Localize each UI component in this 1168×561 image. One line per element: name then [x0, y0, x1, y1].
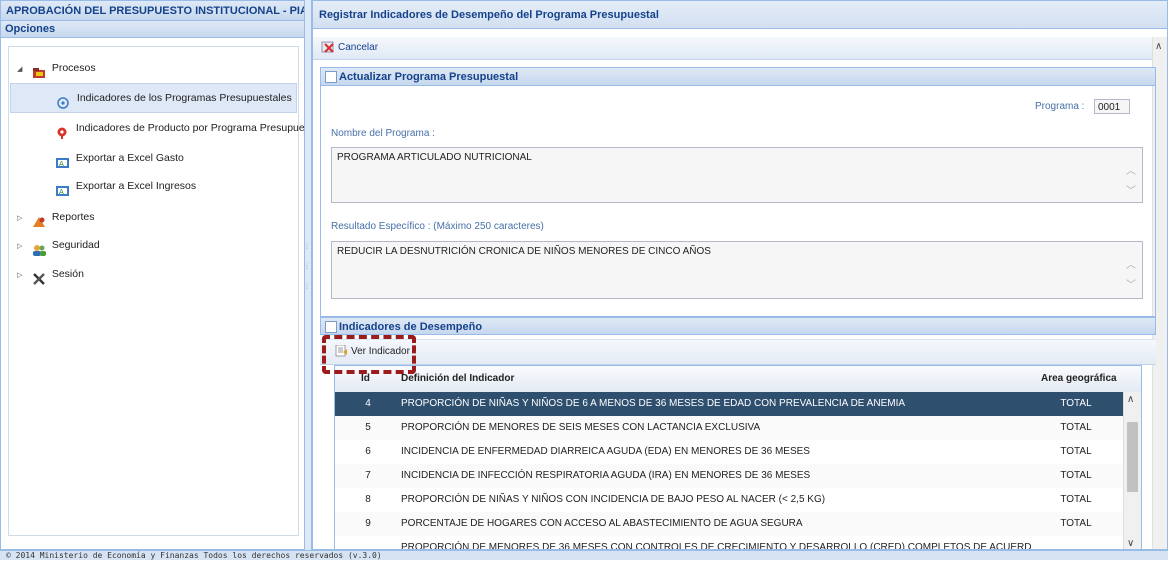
cell-area: TOTAL — [1060, 446, 1092, 457]
resultado-textarea[interactable]: REDUCIR LA DESNUTRICIÓN CRONICA DE NIÑOS… — [331, 241, 1143, 299]
cell-area: TOTAL — [1060, 422, 1092, 433]
cell-area: TOTAL — [1060, 398, 1092, 409]
cell-area: TOTAL — [1060, 518, 1092, 529]
folder-procesos-icon — [32, 62, 46, 79]
cancel-label: Cancelar — [338, 42, 379, 53]
grid-scrollbar[interactable]: ∧ ∨ — [1123, 392, 1141, 549]
footer: © 2014 Ministerio de Economía y Finanzas… — [0, 550, 1168, 560]
excel-export-icon: A — [56, 152, 70, 169]
programa-input[interactable]: 0001 — [1094, 99, 1130, 114]
table-row[interactable]: PROPORCIÓN DE MENORES DE 36 MESES CON CO… — [335, 536, 1125, 550]
options-panel: APROBACIÓN DEL PRESUPUESTO INSTITUCIONAL… — [0, 0, 305, 550]
resultado-label: Resultado Específico : (Máximo 250 carac… — [331, 221, 544, 232]
tools-icon — [32, 268, 46, 286]
indicators-title: Indicadores de Desempeño — [320, 317, 1156, 335]
cell-definicion: INCIDENCIA DE ENFERMEDAD DIARREICA AGUDA… — [401, 446, 810, 457]
cell-definicion: PROPORCIÓN DE MENORES DE 36 MESES CON CO… — [401, 542, 1031, 550]
table-row[interactable]: 6 INCIDENCIA DE ENFERMEDAD DIARREICA AGUD… — [335, 440, 1125, 464]
cell-id: 7 — [365, 470, 371, 481]
collapse-checkbox[interactable] — [325, 71, 337, 83]
page-title: Registrar Indicadores de Desempeño del P… — [313, 1, 1167, 29]
expanded-arrow-icon[interactable]: ◢ — [17, 56, 29, 84]
cell-id: 5 — [365, 422, 371, 433]
grid-scroll-thumb[interactable] — [1127, 422, 1138, 492]
tree-label-sesion: Sesión — [51, 268, 84, 280]
indicators-toolbar: Ver Indicador — [320, 339, 1156, 365]
tree-label-exportar-ingresos: Exportar a Excel Ingresos — [75, 180, 197, 192]
panel-splitter[interactable]: ⁞ ⁞ ⁞ — [305, 0, 312, 550]
cancel-icon — [321, 41, 335, 54]
indicators-fieldset: Indicadores de Desempeño Ver Indicador I… — [320, 317, 1156, 550]
cell-definicion: PROPORCIÓN DE MENORES DE SEIS MESES CON … — [401, 422, 761, 433]
tree-label-exportar-gasto: Exportar a Excel Gasto — [75, 152, 184, 164]
tree-item-exportar-ingresos[interactable]: A Exportar a Excel Ingresos — [56, 172, 196, 200]
tree-label-procesos: Procesos — [51, 62, 96, 74]
reportes-icon — [32, 211, 46, 228]
textarea-up-icon[interactable]: ︿ — [1126, 162, 1136, 177]
column-header-area[interactable]: Area geográfica — [1041, 366, 1117, 392]
resultado-value: REDUCIR LA DESNUTRICIÓN CRONICA DE NIÑOS… — [337, 246, 711, 257]
app-title: APROBACIÓN DEL PRESUPUESTO INSTITUCIONAL… — [1, 1, 304, 21]
program-form-fieldset: Actualizar Programa Presupuestal Program… — [320, 67, 1156, 317]
tree-node-seguridad[interactable]: ▷ Seguridad — [17, 231, 100, 259]
nombre-label: Nombre del Programa : — [331, 128, 435, 139]
scroll-down-icon[interactable]: ∨ — [1127, 538, 1134, 549]
table-row[interactable]: 9 PORCENTAJE DE HOGARES CON ACCESO AL ABA… — [335, 512, 1125, 536]
users-icon — [32, 239, 46, 257]
tree-node-reportes[interactable]: ▷ Reportes — [17, 203, 94, 231]
table-row[interactable]: 5 PROPORCIÓN DE MENORES DE SEIS MESES CON… — [335, 416, 1125, 440]
tree-label-indicadores-producto: Indicadores de Producto por Programa Pre… — [75, 122, 305, 134]
collapsed-arrow-icon[interactable]: ▷ — [17, 262, 29, 290]
cell-definicion: INCIDENCIA DE INFECCIÓN RESPIRATORIA AGU… — [401, 470, 811, 481]
indicators-title-text: Indicadores de Desempeño — [339, 321, 483, 333]
highlight-annotation — [322, 335, 416, 374]
collapsed-arrow-icon[interactable]: ▷ — [17, 205, 29, 233]
indicator-circle-icon — [57, 92, 71, 109]
cell-definicion: PROPORCIÓN DE NIÑAS Y NIÑOS DE 6 A MENOS… — [401, 398, 906, 409]
tree-item-indicadores-programas[interactable]: Indicadores de los Programas Presupuesta… — [10, 83, 297, 113]
tree-label-reportes: Reportes — [51, 211, 95, 223]
cell-definicion: PORCENTAJE DE HOGARES CON ACCESO AL ABAS… — [401, 518, 803, 529]
nombre-textarea[interactable]: PROGRAMA ARTICULADO NUTRICIONAL ︿ ﹀ — [331, 147, 1143, 203]
toolbar: Cancelar — [313, 37, 1155, 60]
tree-label-indicadores-programas: Indicadores de los Programas Presupuesta… — [76, 92, 292, 104]
svg-text:A: A — [59, 188, 64, 196]
cell-id: 6 — [365, 446, 371, 457]
indicators-grid: Id Definición del Indicador Area geográf… — [334, 365, 1142, 550]
textarea-down-icon[interactable]: ﹀ — [1126, 182, 1136, 197]
cell-id: 4 — [365, 398, 371, 409]
cell-id: 8 — [365, 494, 371, 505]
table-row[interactable]: 4 PROPORCIÓN DE NIÑAS Y NIÑOS DE 6 A MENO… — [335, 392, 1125, 416]
tree-node-procesos[interactable]: ◢ Procesos — [17, 54, 96, 82]
textarea-down-icon[interactable]: ﹀ — [1126, 276, 1136, 291]
table-row[interactable]: 7 INCIDENCIA DE INFECCIÓN RESPIRATORIA AG… — [335, 464, 1125, 488]
column-header-definicion[interactable]: Definición del Indicador — [401, 366, 514, 392]
excel-export-icon: A — [56, 180, 70, 197]
options-tree: ◢ Procesos Indicadores de los Programas … — [8, 46, 304, 536]
scroll-up-icon[interactable]: ∧ — [1155, 41, 1162, 52]
tree-item-indicadores-producto[interactable]: Indicadores de Producto por Programa Pre… — [56, 114, 305, 142]
indicator-pin-icon — [56, 122, 70, 140]
scroll-up-icon[interactable]: ∧ — [1127, 394, 1134, 405]
cell-definicion: PROPORCIÓN DE NIÑAS Y NIÑOS CON INCIDENC… — [401, 494, 826, 505]
cell-area: TOTAL — [1060, 494, 1092, 505]
svg-text:A: A — [59, 160, 64, 168]
collapse-checkbox[interactable] — [325, 321, 337, 333]
tree-label-seguridad: Seguridad — [51, 239, 100, 251]
table-row[interactable]: 8 PROPORCIÓN DE NIÑAS Y NIÑOS CON INCIDEN… — [335, 488, 1125, 512]
main-panel: Registrar Indicadores de Desempeño del P… — [312, 0, 1168, 550]
programa-label: Programa : — [1035, 101, 1085, 112]
nombre-value: PROGRAMA ARTICULADO NUTRICIONAL — [337, 152, 532, 163]
grid-header: Id Definición del Indicador Area geográf… — [335, 366, 1141, 393]
cell-id: 9 — [365, 518, 371, 529]
collapsed-arrow-icon[interactable]: ▷ — [17, 233, 29, 261]
options-header: Opciones — [1, 21, 304, 38]
program-form-title-text: Actualizar Programa Presupuestal — [339, 71, 519, 83]
cancel-button[interactable]: Cancelar — [317, 38, 382, 58]
textarea-up-icon[interactable]: ︿ — [1126, 256, 1136, 271]
program-form-title: Actualizar Programa Presupuestal — [321, 68, 1155, 86]
tree-item-exportar-gasto[interactable]: A Exportar a Excel Gasto — [56, 144, 184, 172]
cell-area: TOTAL — [1060, 470, 1092, 481]
tree-node-sesion[interactable]: ▷ Sesión — [17, 260, 84, 288]
